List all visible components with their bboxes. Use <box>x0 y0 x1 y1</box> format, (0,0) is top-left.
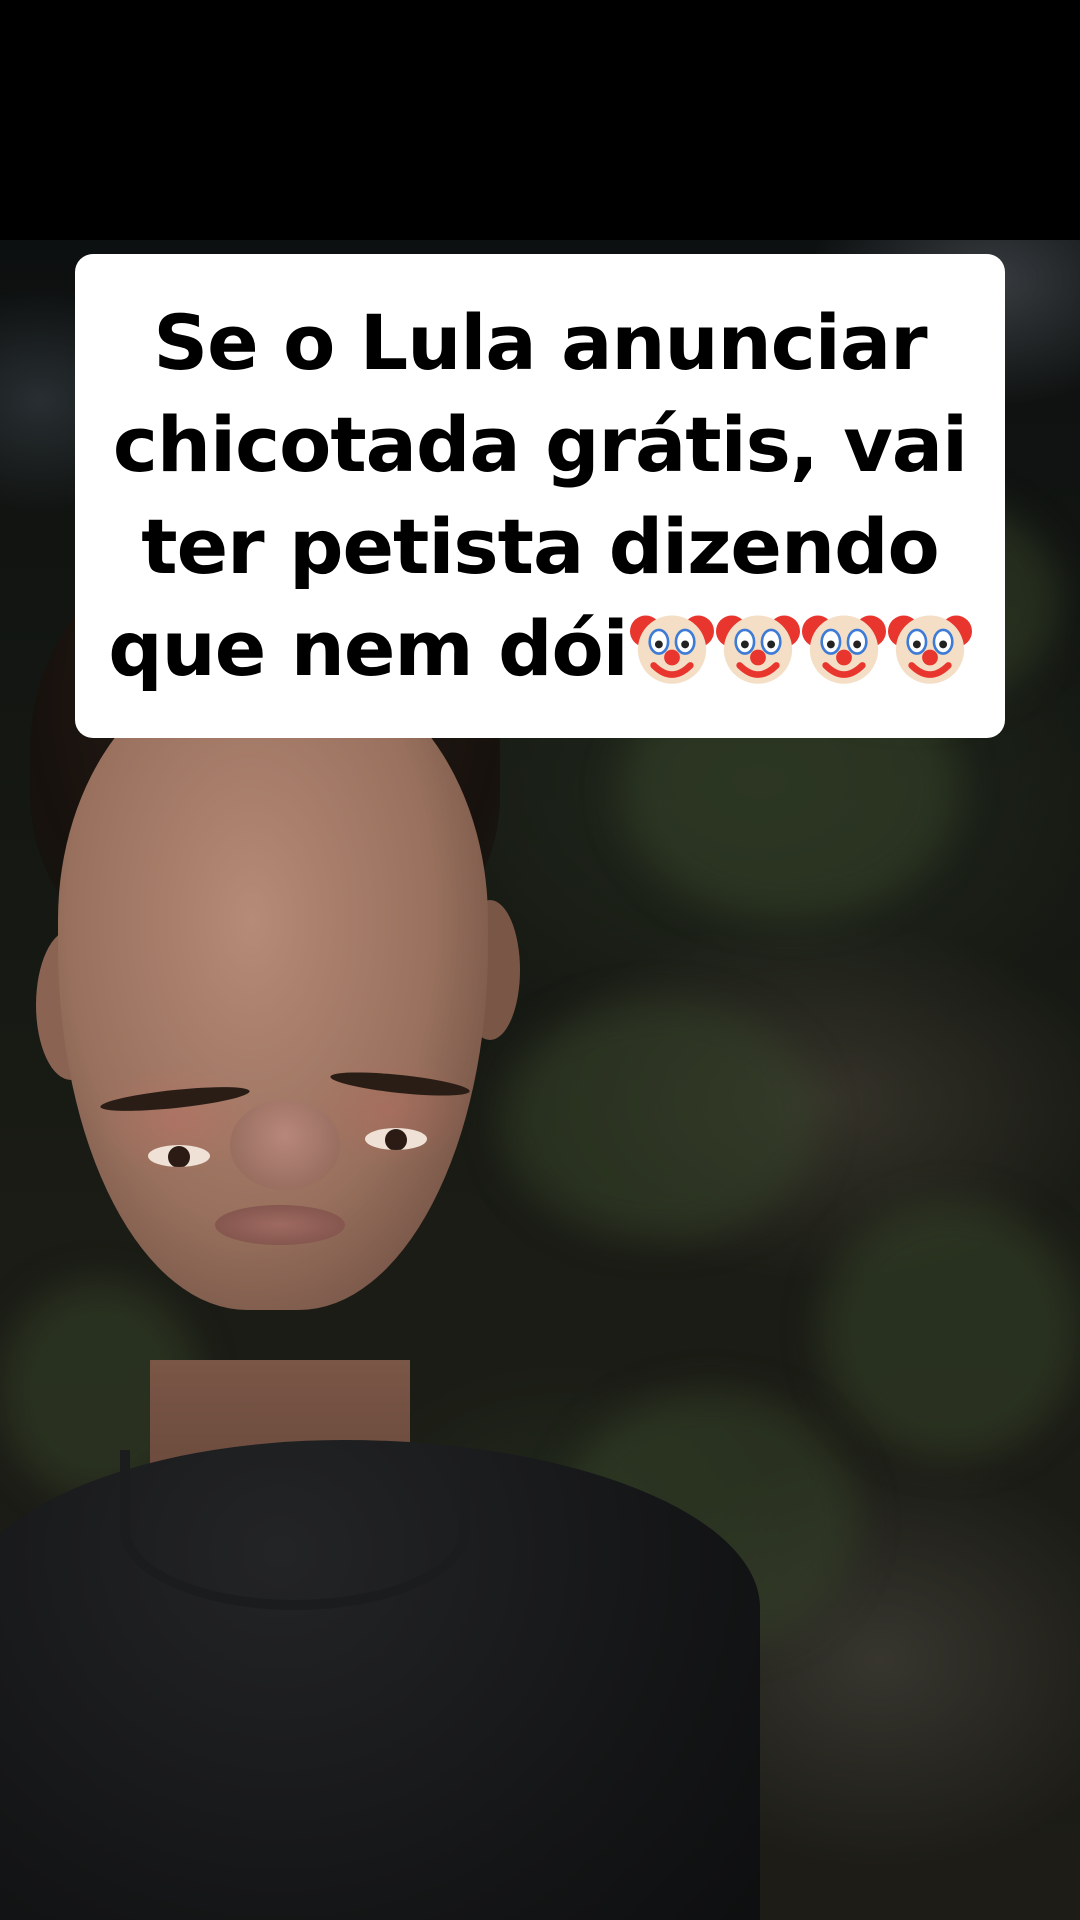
shirt-collar <box>120 1450 470 1610</box>
right-eye <box>365 1128 427 1150</box>
clown-icon <box>887 615 972 684</box>
nose <box>230 1100 340 1190</box>
caption-line-3: ter petista dizendo <box>141 502 939 591</box>
caption-line-2: chicotada grátis, vai <box>112 400 968 489</box>
caption-line-1: Se o Lula anunciar <box>153 298 927 387</box>
caption-text: Se o Lula anunciar chicotada grátis, vai… <box>108 292 972 700</box>
caption-card: Se o Lula anunciar chicotada grátis, vai… <box>75 254 1005 738</box>
top-letterbox <box>0 0 1080 240</box>
clown-icon <box>715 615 800 684</box>
mouth <box>215 1205 345 1245</box>
clown-icon <box>629 615 714 684</box>
caption-line-4: que nem dói <box>108 604 628 693</box>
clown-icon <box>801 615 886 684</box>
left-eye <box>148 1145 210 1167</box>
